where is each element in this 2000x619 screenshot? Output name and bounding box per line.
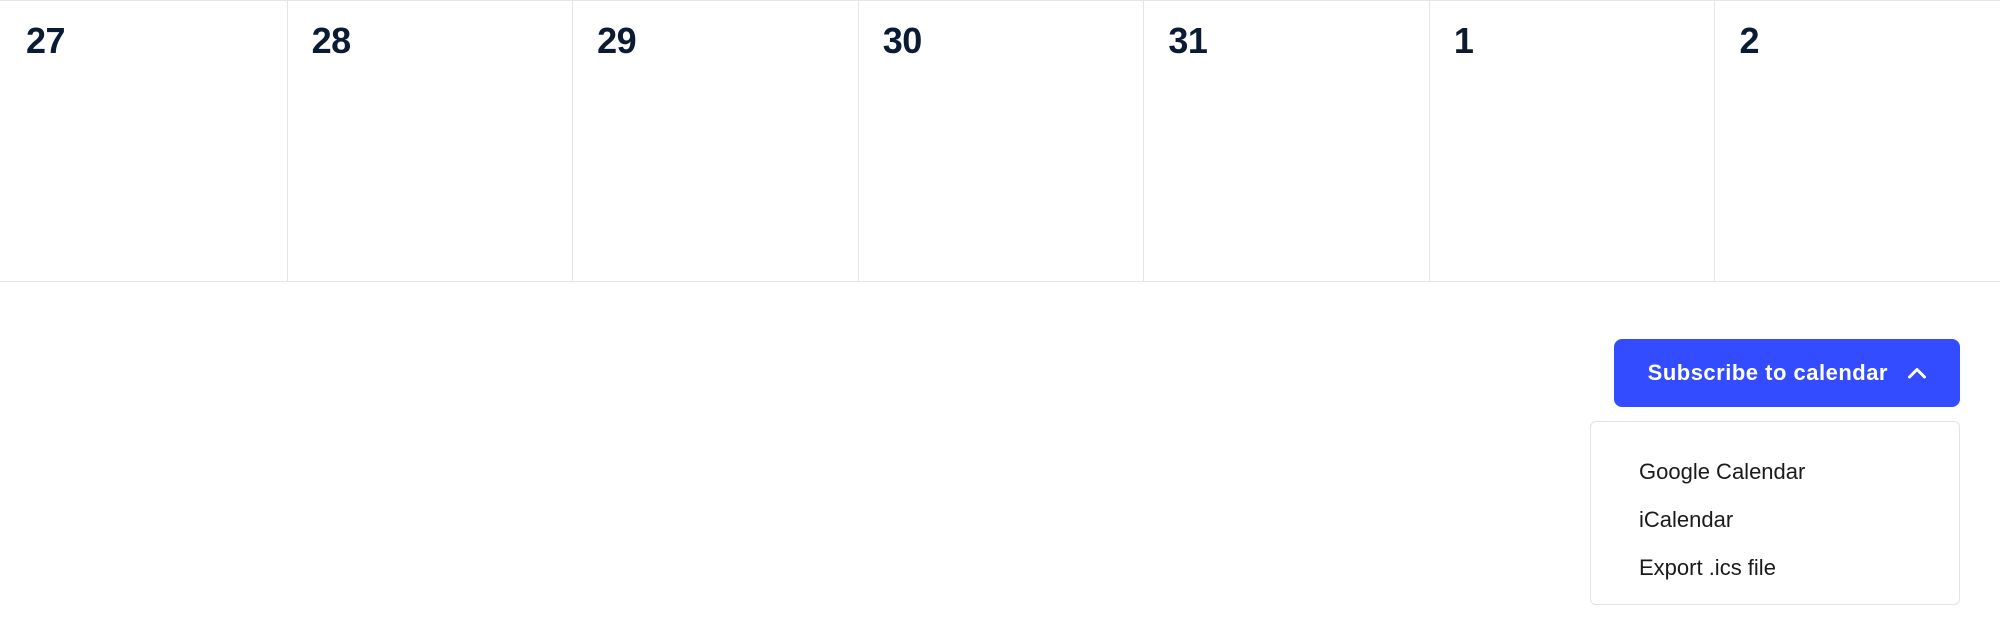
calendar-day-cell[interactable]: 2: [1715, 1, 2000, 281]
calendar-day-cell[interactable]: 31: [1144, 1, 1430, 281]
dropdown-item-icalendar[interactable]: iCalendar: [1591, 496, 1959, 544]
day-number: 28: [312, 23, 549, 59]
chevron-up-icon: [1908, 367, 1926, 379]
calendar-day-cell[interactable]: 29: [573, 1, 859, 281]
subscribe-dropdown-wrap: Subscribe to calendar Google Calendar iC…: [1590, 339, 1960, 605]
day-number: 27: [26, 23, 263, 59]
subscribe-button-label: Subscribe to calendar: [1648, 360, 1888, 386]
day-number: 30: [883, 23, 1120, 59]
day-number: 31: [1168, 23, 1405, 59]
calendar-day-cell[interactable]: 27: [0, 1, 288, 281]
dropdown-item-export-ics[interactable]: Export .ics file: [1591, 544, 1959, 592]
calendar-footer-area: Subscribe to calendar Google Calendar iC…: [0, 282, 2000, 619]
day-number: 2: [1739, 23, 1976, 59]
calendar-day-cell[interactable]: 28: [288, 1, 574, 281]
subscribe-to-calendar-button[interactable]: Subscribe to calendar: [1614, 339, 1960, 407]
day-number: 1: [1454, 23, 1691, 59]
dropdown-item-google-calendar[interactable]: Google Calendar: [1591, 448, 1959, 496]
calendar-day-cell[interactable]: 1: [1430, 1, 1716, 281]
day-number: 29: [597, 23, 834, 59]
calendar-day-cell[interactable]: 30: [859, 1, 1145, 281]
subscribe-dropdown-panel: Google Calendar iCalendar Export .ics fi…: [1590, 421, 1960, 605]
calendar-week-row: 27 28 29 30 31 1 2: [0, 0, 2000, 282]
